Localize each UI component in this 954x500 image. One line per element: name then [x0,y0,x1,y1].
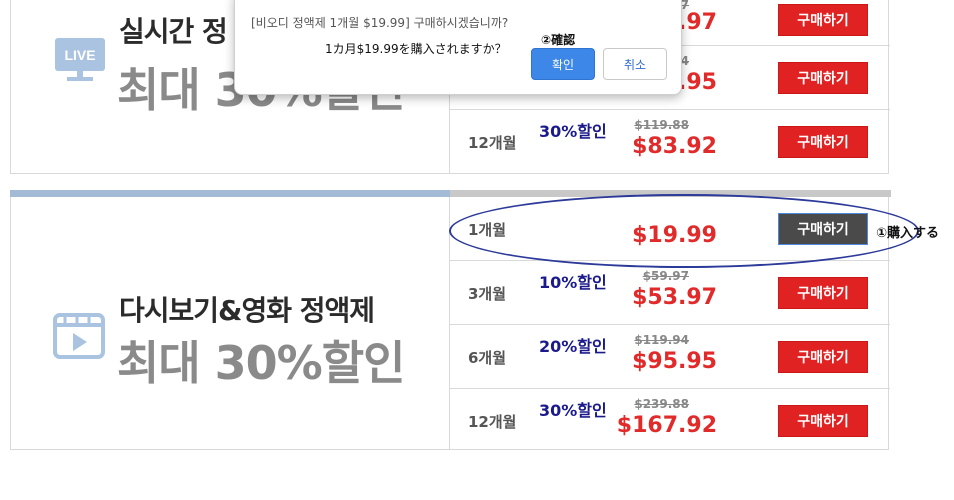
live-icon-label: LIVE [64,47,95,63]
plan-row: 12개월 30%할인 $119.88 $83.92 구매하기 [450,110,890,174]
live-tv-icon: LIVE [55,38,105,81]
plan-row: 6개월 20%할인 $119.94 $95.95 구매하기 [450,325,890,389]
plan-row: 3개월 10%할인 $59.97 $53.97 구매하기 [450,261,890,325]
buy-button[interactable]: 구매하기 [778,277,868,309]
plan-period: 6개월 [468,349,507,367]
dialog-ok-button[interactable]: 확인 [531,48,595,80]
annotation-confirm-step: ②確認 [541,33,576,47]
annotation-confirm-question: 1カ月$19.99を購入されますか？ [325,42,507,56]
vod-plan-promo: 다시보기&영화 정액제 최대 30%할인 [11,197,450,449]
video-player-icon [53,313,105,359]
dialog-message: [비오디 정액제 1개월 $19.99] 구매하시겠습니까? [251,16,509,30]
buy-button[interactable]: 구매하기 [778,62,868,94]
vod-plan-section: 다시보기&영화 정액제 최대 30%할인 1개월 $19.99 구매하기 3개월… [10,190,891,453]
plan-period: 3개월 [468,285,507,303]
buy-button[interactable]: 구매하기 [778,405,868,437]
sale-price: $53.97 [632,285,717,310]
discount-badge: 30%할인 [539,122,607,141]
vod-plan-title: 다시보기&영화 정액제 [119,294,375,327]
plan-row: 12개월 30%할인 $239.88 $167.92 구매하기 [450,389,890,453]
buy-button[interactable]: 구매하기 [778,341,868,373]
original-price: $119.94 [634,333,689,347]
vod-plan-subtitle: 최대 30%할인 [117,336,405,390]
plan-period: 12개월 [468,134,517,152]
live-plan-title: 실시간 정 [119,15,228,48]
annotation-buy-step: ①購入する [876,226,940,241]
buy-button-highlighted[interactable]: 구매하기 [778,213,868,245]
sale-price: $83.92 [632,134,717,159]
dialog-cancel-button[interactable]: 취소 [603,48,667,80]
sale-price: $95.95 [632,349,717,374]
original-price: $119.88 [634,118,689,132]
plan-period: 1개월 [468,221,507,239]
buy-button[interactable]: 구매하기 [778,126,868,158]
discount-badge: 30%할인 [539,401,607,420]
sale-price: $19.99 [632,223,717,248]
original-price: $239.88 [634,397,689,411]
plan-period: 12개월 [468,413,517,431]
discount-badge: 20%할인 [539,337,607,356]
original-price: $59.97 [642,269,689,283]
sale-price: $167.92 [616,413,717,438]
plan-row: 1개월 $19.99 구매하기 [450,197,890,261]
buy-button[interactable]: 구매하기 [778,4,868,36]
vod-plan-rows: 1개월 $19.99 구매하기 3개월 10%할인 $59.97 $53.97 … [450,197,890,453]
discount-badge: 10%할인 [539,273,607,292]
confirm-dialog: [비오디 정액제 1개월 $19.99] 구매하시겠습니까? 1カ月$19.99… [234,0,682,95]
